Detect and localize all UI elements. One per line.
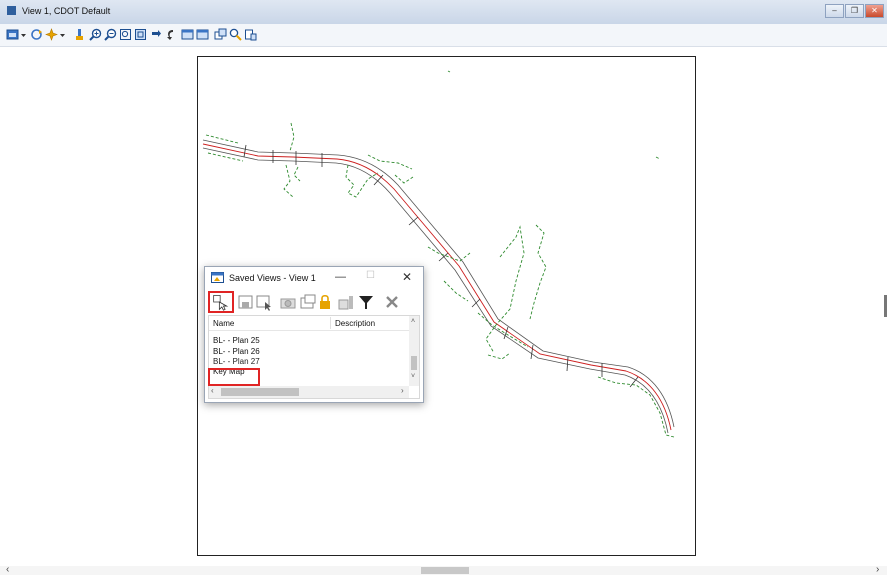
scroll-right-icon[interactable]: › (401, 386, 404, 395)
dialog-minimize-button[interactable]: — (335, 271, 346, 283)
properties-icon[interactable] (337, 293, 355, 311)
list-item[interactable]: BL- - Plan 25 (213, 336, 260, 345)
select-view-icon[interactable] (255, 293, 273, 311)
scroll-down-icon[interactable]: ˅ (411, 373, 415, 380)
scroll-right-icon[interactable]: › (876, 564, 879, 575)
zoom-in-icon[interactable] (89, 28, 102, 41)
view-horizontal-scrollbar[interactable]: ‹ › (0, 564, 887, 575)
saved-views-icon (211, 272, 224, 283)
close-button[interactable]: ✕ (865, 4, 884, 18)
previous-view-icon[interactable] (181, 28, 194, 41)
scroll-up-icon[interactable]: ˄ (411, 318, 415, 325)
vertical-scroll-thumb[interactable] (411, 356, 417, 370)
next-view-icon[interactable] (196, 28, 209, 41)
dialog-title: Saved Views - View 1 (229, 273, 316, 283)
save-view-icon[interactable] (237, 293, 255, 311)
copy-view-icon[interactable] (214, 28, 227, 41)
saved-views-list[interactable]: Name Description BL- - Plan 25 BL- - Pla… (208, 315, 420, 399)
view-attributes-icon[interactable] (6, 28, 19, 41)
minimize-button[interactable]: ‒ (825, 4, 844, 18)
dropdown-arrow-icon[interactable] (59, 28, 66, 41)
list-vertical-scrollbar[interactable]: ˄ ˅ (409, 316, 419, 386)
dialog-titlebar[interactable]: Saved Views - View 1 — ☐ ✕ (205, 267, 423, 289)
column-divider[interactable] (330, 317, 331, 329)
window-controls: ‒ ❐ ✕ (825, 4, 884, 18)
column-header-name[interactable]: Name (213, 319, 234, 328)
scroll-left-icon[interactable]: ‹ (211, 386, 214, 395)
window-titlebar: View 1, CDOT Default ‒ ❐ ✕ (0, 0, 887, 25)
window-area-icon[interactable] (119, 28, 132, 41)
restore-button[interactable]: ❐ (845, 4, 864, 18)
horizontal-scroll-thumb[interactable] (221, 388, 299, 396)
saved-views-icon[interactable] (244, 28, 257, 41)
key-map-highlight-box (208, 368, 260, 386)
dialog-maximize-button[interactable]: ☐ (366, 270, 375, 281)
view-display-mode-icon[interactable] (45, 28, 58, 41)
fit-view-icon[interactable] (134, 28, 147, 41)
zoom-selection-icon[interactable] (229, 28, 242, 41)
column-header-description[interactable]: Description (335, 319, 375, 328)
apply-view-icon[interactable] (208, 291, 234, 313)
view-toolbar (0, 24, 887, 47)
camera-icon[interactable] (279, 293, 297, 311)
undo-view-icon[interactable] (164, 28, 177, 41)
dialog-close-button[interactable]: ✕ (402, 270, 412, 284)
zoom-out-icon[interactable] (104, 28, 117, 41)
app-menu-icon[interactable] (7, 6, 16, 15)
window-title: View 1, CDOT Default (22, 6, 111, 16)
list-item[interactable]: BL- - Plan 26 (213, 347, 260, 356)
lock-icon[interactable] (317, 293, 335, 311)
list-header: Name Description (209, 316, 409, 331)
rotate-view-icon[interactable] (149, 28, 162, 41)
filter-icon[interactable] (357, 293, 375, 311)
list-horizontal-scrollbar[interactable]: ‹ › (209, 386, 409, 398)
dropdown-arrow-icon[interactable] (20, 28, 27, 41)
window-icon[interactable] (299, 293, 317, 311)
scroll-left-icon[interactable]: ‹ (6, 564, 9, 575)
list-item[interactable]: BL- - Plan 27 (213, 357, 260, 365)
dialog-toolbar (205, 289, 423, 315)
update-view-icon[interactable] (30, 28, 43, 41)
pan-icon[interactable] (73, 28, 86, 41)
horizontal-scroll-thumb[interactable] (421, 567, 469, 574)
delete-icon[interactable] (383, 293, 401, 311)
